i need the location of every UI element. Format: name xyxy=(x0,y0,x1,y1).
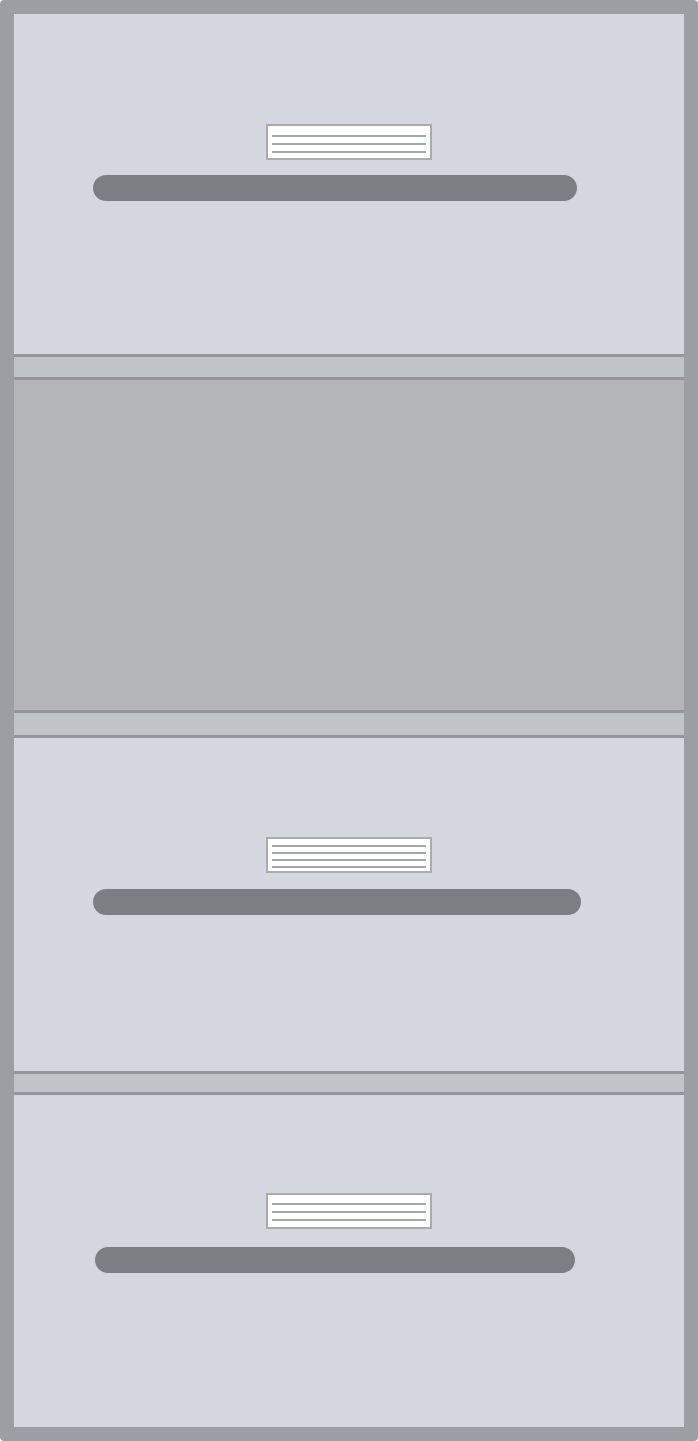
label-line xyxy=(272,859,426,861)
label-line xyxy=(272,1203,426,1205)
drawer-label[interactable] xyxy=(266,1193,432,1229)
label-line xyxy=(272,135,426,137)
label-line xyxy=(272,1211,426,1213)
drawer-1[interactable] xyxy=(14,14,684,354)
label-line xyxy=(272,1219,426,1221)
drawer-3[interactable] xyxy=(14,738,684,1071)
filing-cabinet xyxy=(0,0,698,1441)
drawer-seam xyxy=(14,710,684,738)
drawer-seam xyxy=(14,1071,684,1095)
label-line xyxy=(272,852,426,854)
drawer-handle[interactable] xyxy=(93,889,581,915)
label-line xyxy=(272,845,426,847)
drawer-label[interactable] xyxy=(266,124,432,160)
drawer-handle[interactable] xyxy=(95,1247,575,1273)
drawer-2-open[interactable] xyxy=(14,380,684,710)
drawer-handle[interactable] xyxy=(93,175,577,201)
drawer-4[interactable] xyxy=(14,1095,684,1427)
label-line xyxy=(272,866,426,868)
drawer-seam xyxy=(14,354,684,380)
label-line xyxy=(272,143,426,145)
drawer-label[interactable] xyxy=(266,837,432,873)
label-line xyxy=(272,151,426,153)
